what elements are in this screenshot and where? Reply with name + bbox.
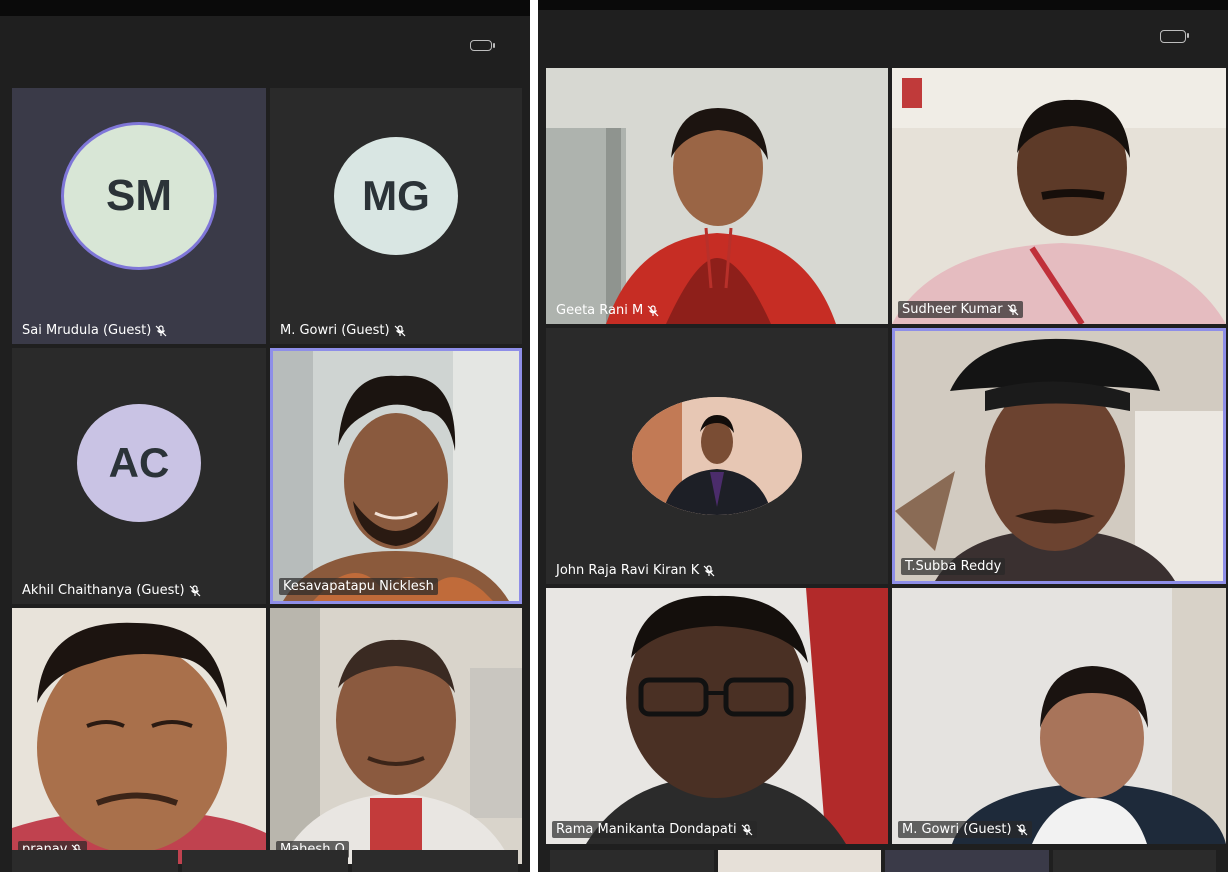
participant-video <box>546 588 888 844</box>
participant-name: M. Gowri (Guest) <box>280 323 390 338</box>
participant-name-label: M. Gowri (Guest) <box>898 821 1032 838</box>
profile-photo <box>632 397 802 515</box>
participant-tile[interactable]: Geeta Rani M <box>546 68 888 324</box>
participant-tile-preview <box>12 850 178 872</box>
participant-name: John Raja Ravi Kiran K <box>556 563 700 578</box>
participant-video <box>546 68 888 324</box>
participant-tile[interactable]: Sudheer Kumar <box>892 68 1226 324</box>
participant-name: Rama Manikanta Dondapati <box>556 822 737 837</box>
participant-name: Sai Mrudula (Guest) <box>22 323 152 338</box>
participant-name: Akhil Chaithanya (Guest) <box>22 583 185 598</box>
participant-name-label: Kesavapatapu Nicklesh <box>279 578 438 595</box>
participant-video <box>273 351 519 601</box>
participant-video <box>270 608 522 864</box>
participant-video <box>892 588 1226 844</box>
participant-name-label: Akhil Chaithanya (Guest) <box>22 583 201 598</box>
participant-name-label: Sai Mrudula (Guest) <box>22 323 167 338</box>
participant-tile[interactable]: John Raja Ravi Kiran K <box>546 328 888 584</box>
avatar: AC <box>77 404 201 523</box>
call-screen-right: Geeta Rani M Sudheer Kumar John Raja Rav… <box>538 0 1228 872</box>
participant-video <box>12 608 266 864</box>
participant-tile-preview <box>885 850 1049 872</box>
participant-tile-active-speaker[interactable]: Kesavapatapu Nicklesh <box>270 348 522 604</box>
status-bar <box>0 16 530 72</box>
next-row-preview <box>538 850 1228 872</box>
participant-name-label: Sudheer Kumar <box>898 301 1023 318</box>
mic-off-icon <box>703 565 715 577</box>
participant-tile-preview <box>550 850 714 872</box>
participant-name-label: Rama Manikanta Dondapati <box>552 821 757 838</box>
next-row-preview <box>0 850 530 872</box>
avatar-photo <box>632 397 802 515</box>
mic-off-icon <box>155 325 167 337</box>
mic-off-icon <box>741 824 753 836</box>
mic-off-icon <box>1007 304 1019 316</box>
participant-tile-preview <box>717 850 881 872</box>
participant-name: Sudheer Kumar <box>902 302 1003 317</box>
participant-tile[interactable]: Mahesh O <box>270 608 522 864</box>
participant-tile[interactable]: AC Akhil Chaithanya (Guest) <box>12 348 266 604</box>
battery-icon <box>1160 30 1189 43</box>
participant-video <box>895 331 1223 581</box>
participant-tile-preview <box>182 850 348 872</box>
participant-tile[interactable]: Rama Manikanta Dondapati <box>546 588 888 844</box>
participant-name-label: T.Subba Reddy <box>901 558 1006 575</box>
participant-grid: SM Sai Mrudula (Guest) MG M. Gowri (Gues… <box>12 88 522 864</box>
participant-name-label: John Raja Ravi Kiran K <box>556 563 715 578</box>
battery-icon <box>470 40 495 51</box>
participant-tile[interactable]: MG M. Gowri (Guest) <box>270 88 522 344</box>
mic-off-icon <box>189 585 201 597</box>
participant-tile[interactable]: SM Sai Mrudula (Guest) <box>12 88 266 344</box>
mic-off-icon <box>647 305 659 317</box>
participant-name: M. Gowri (Guest) <box>902 822 1012 837</box>
participant-name: Geeta Rani M <box>556 303 644 318</box>
participant-grid: Geeta Rani M Sudheer Kumar John Raja Rav… <box>546 68 1226 846</box>
avatar: SM <box>61 121 217 270</box>
participant-tile-preview <box>352 850 518 872</box>
participant-video <box>892 68 1226 324</box>
participant-tile[interactable]: pranav <box>12 608 266 864</box>
participant-name-label: M. Gowri (Guest) <box>280 323 406 338</box>
participant-name-label: Geeta Rani M <box>556 303 659 318</box>
mic-off-icon <box>1016 824 1028 836</box>
participant-name: Kesavapatapu Nicklesh <box>283 579 434 594</box>
participant-tile-preview <box>1052 850 1216 872</box>
status-bar <box>538 10 1228 66</box>
call-screen-left: SM Sai Mrudula (Guest) MG M. Gowri (Gues… <box>0 0 530 872</box>
mic-off-icon <box>394 325 406 337</box>
avatar: MG <box>334 136 458 255</box>
participant-tile-active-speaker[interactable]: T.Subba Reddy <box>892 328 1226 584</box>
participant-tile[interactable]: M. Gowri (Guest) <box>892 588 1226 844</box>
participant-name: T.Subba Reddy <box>905 559 1002 574</box>
